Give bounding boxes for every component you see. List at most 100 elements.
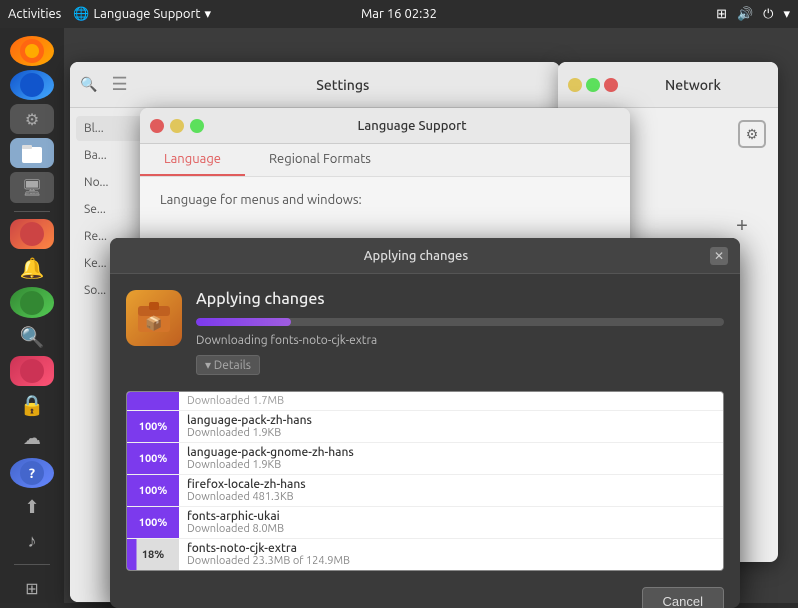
chevron-down-icon-right[interactable]: ▾ xyxy=(783,7,790,22)
files-dock-icon[interactable] xyxy=(10,138,54,168)
chevron-down-icon: ▾ xyxy=(205,7,212,22)
datetime-display: Mar 16 02:32 xyxy=(361,7,437,21)
detail-size-1: Downloaded 1.9KB xyxy=(187,459,715,471)
volume-icon[interactable]: 🔊 xyxy=(737,7,753,22)
detail-row-3: 100% fonts-arphic-ukai Downloaded 8.0MB xyxy=(127,507,723,539)
lock-dock-icon[interactable]: 🔒 xyxy=(10,390,54,420)
detail-size-2: Downloaded 481.3KB xyxy=(187,491,715,503)
svg-text:📦: 📦 xyxy=(145,315,162,332)
lang-body-text: Language for menus and windows: xyxy=(160,193,362,207)
apply-title: Applying changes xyxy=(122,249,710,263)
detail-row-4: 18% fonts-noto-cjk-extra Downloaded 23.3… xyxy=(127,539,723,570)
detail-pkg-0: language-pack-zh-hans xyxy=(187,414,715,427)
detail-pkg-3: fonts-arphic-ukai xyxy=(187,510,715,523)
lang-close-btn[interactable] xyxy=(150,119,164,133)
apply-progress-bar xyxy=(196,318,724,326)
detail-row-scrolled: Downloaded 1.7MB xyxy=(127,392,723,411)
thunderbird-dock-icon[interactable] xyxy=(10,70,54,100)
apply-body: 📦 Applying changes Downloading fonts-not… xyxy=(110,274,740,391)
apply-status-text: Downloading fonts-noto-cjk-extra xyxy=(196,334,724,347)
detail-pct-1: 100% xyxy=(127,443,179,474)
globe-icon: 🌐 xyxy=(73,7,89,22)
network-maximize-btn[interactable] xyxy=(586,78,600,92)
detail-info-3: fonts-arphic-ukai Downloaded 8.0MB xyxy=(179,507,723,538)
topbar: Activities 🌐 Language Support ▾ Mar 16 0… xyxy=(0,0,798,28)
lang-body: Language for menus and windows: xyxy=(140,177,630,223)
detail-pct-4: 18% xyxy=(127,539,179,570)
network-window-buttons xyxy=(568,78,618,92)
detail-pct-0: 100% xyxy=(127,411,179,442)
apply-footer: Cancel xyxy=(110,579,740,608)
cancel-button[interactable]: Cancel xyxy=(642,587,724,608)
apply-details-area: Downloaded 1.7MB 100% language-pack-zh-h… xyxy=(126,391,724,571)
dock-divider xyxy=(14,211,50,212)
settings-menu-icon[interactable]: ☰ xyxy=(111,74,127,95)
lang-window-buttons xyxy=(150,119,204,133)
detail-pct-scrolled xyxy=(127,392,179,410)
detail-size-0: Downloaded 1.9KB xyxy=(187,427,715,439)
dock: ⚙ 🖥 🔔 🔍 🔒 ☁ ? xyxy=(0,28,64,603)
update-dock-icon[interactable] xyxy=(10,287,54,317)
appstore-dock-icon[interactable] xyxy=(10,356,54,386)
detail-scrolled-text: Downloaded 1.7MB xyxy=(187,395,715,407)
help-dock-icon[interactable]: ? xyxy=(10,458,54,488)
apply-close-btn[interactable]: ✕ xyxy=(710,247,728,265)
desktop: ⚙ 🖥 🔔 🔍 🔒 ☁ ? xyxy=(0,28,798,603)
svg-text:?: ? xyxy=(29,465,35,481)
network-title: Network xyxy=(618,77,768,93)
lang-support-menu[interactable]: 🌐 Language Support ▾ xyxy=(73,7,211,22)
network-settings-gear[interactable]: ⚙ xyxy=(738,120,766,148)
settings-search-icon[interactable]: 🔍 xyxy=(80,76,97,93)
detail-pkg-2: firefox-locale-zh-hans xyxy=(187,478,715,491)
detail-pkg-4: fonts-noto-cjk-extra xyxy=(187,542,715,555)
detail-size-4: Downloaded 23.3MB of 124.9MB xyxy=(187,555,715,567)
lang-tabs: Language Regional Formats xyxy=(140,144,630,177)
rhythmbox-dock-icon[interactable] xyxy=(10,219,54,249)
power-icon[interactable]: ⏻ xyxy=(763,7,773,22)
network-add-btn[interactable]: + xyxy=(730,214,754,238)
lang-maximize-btn[interactable] xyxy=(190,119,204,133)
detail-row-1: 100% language-pack-gnome-zh-hans Downloa… xyxy=(127,443,723,475)
settings-title: Settings xyxy=(136,77,550,93)
cloud-dock-icon[interactable]: ☁ xyxy=(10,424,54,454)
network-minimize-btn[interactable] xyxy=(568,78,582,92)
search-dock-icon[interactable]: 🔍 xyxy=(10,322,54,352)
lang-window-titlebar: Language Support xyxy=(140,108,630,144)
detail-info-4: fonts-noto-cjk-extra Downloaded 23.3MB o… xyxy=(179,539,723,570)
tab-regional-formats[interactable]: Regional Formats xyxy=(245,144,395,176)
bluetooth-dock-icon[interactable]: ⚙ xyxy=(10,104,54,134)
detail-row-2: 100% firefox-locale-zh-hans Downloaded 4… xyxy=(127,475,723,507)
lang-minimize-btn[interactable] xyxy=(170,119,184,133)
network-icon[interactable]: ⊞ xyxy=(716,7,727,22)
apply-titlebar: Applying changes ✕ xyxy=(110,238,740,274)
apply-right-panel: Applying changes Downloading fonts-noto-… xyxy=(196,290,724,383)
apply-package-icon: 📦 xyxy=(126,290,182,346)
activities-button[interactable]: Activities xyxy=(8,7,61,21)
apply-progress-fill xyxy=(196,318,291,326)
share-dock-icon[interactable]: ⬆ xyxy=(10,492,54,522)
network-titlebar: Network xyxy=(558,62,778,108)
apply-details-toggle[interactable]: ▾ Details xyxy=(196,355,260,375)
music-dock-icon[interactable]: ♪ xyxy=(10,526,54,556)
firefox-dock-icon[interactable] xyxy=(10,36,54,66)
detail-pkg-1: language-pack-gnome-zh-hans xyxy=(187,446,715,459)
detail-size-3: Downloaded 8.0MB xyxy=(187,523,715,535)
detail-info-0: language-pack-zh-hans Downloaded 1.9KB xyxy=(179,411,723,442)
bell-dock-icon[interactable]: 🔔 xyxy=(10,253,54,283)
apply-changes-dialog: Applying changes ✕ 📦 Applying changes Do… xyxy=(110,238,740,608)
lang-window-title: Language Support xyxy=(204,119,620,133)
tab-language[interactable]: Language xyxy=(140,144,245,176)
apply-heading: Applying changes xyxy=(196,290,724,308)
settings-titlebar: 🔍 ☰ Settings xyxy=(70,62,560,108)
display-dock-icon[interactable]: 🖥 xyxy=(10,172,54,202)
lang-support-label: Language Support xyxy=(94,7,201,21)
network-close-btn[interactable] xyxy=(604,78,618,92)
detail-row-0: 100% language-pack-zh-hans Downloaded 1.… xyxy=(127,411,723,443)
dock-divider-2 xyxy=(14,564,50,565)
detail-info-1: language-pack-gnome-zh-hans Downloaded 1… xyxy=(179,443,723,474)
apps-grid-dock-icon[interactable]: ⊞ xyxy=(10,573,54,603)
detail-pct-2: 100% xyxy=(127,475,179,506)
detail-info-2: firefox-locale-zh-hans Downloaded 481.3K… xyxy=(179,475,723,506)
detail-pct-3: 100% xyxy=(127,507,179,538)
detail-info-scrolled: Downloaded 1.7MB xyxy=(179,392,723,410)
